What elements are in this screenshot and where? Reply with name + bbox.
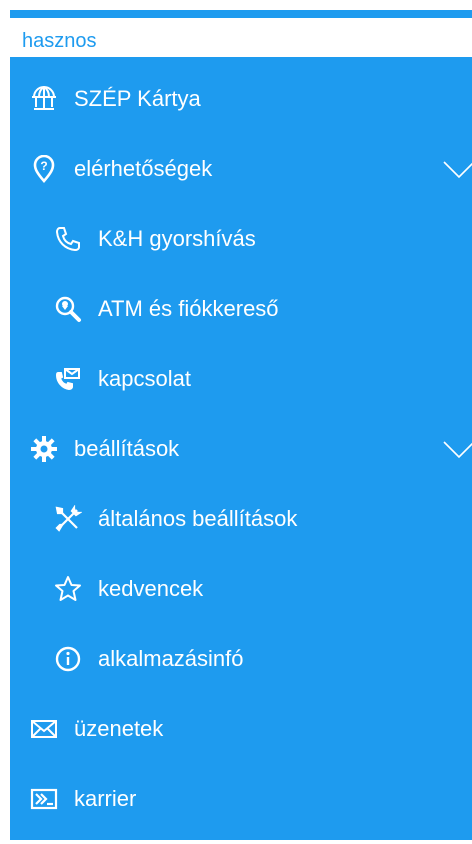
top-accent-bar [10, 10, 472, 18]
phone-icon [54, 225, 82, 253]
section-header: hasznos [10, 25, 472, 57]
tools-icon [54, 505, 82, 533]
menu-item-elerhetosegek[interactable]: ? elérhetőségek [10, 134, 472, 204]
star-icon [54, 575, 82, 603]
menu-item-szep-kartya[interactable]: SZÉP Kártya [10, 64, 472, 134]
svg-text:?: ? [40, 159, 47, 173]
search-pin-icon [54, 295, 82, 323]
menu-item-kh-gyorshivas[interactable]: K&H gyorshívás [10, 204, 472, 274]
side-menu: SZÉP Kártya ? elérhetőségek K&H gyorshív… [10, 57, 472, 840]
menu-item-altalanos-beallitasok[interactable]: általános beállítások [10, 484, 472, 554]
menu-item-alkalmazasinfo[interactable]: alkalmazásinfó [10, 624, 472, 694]
chevron-down-icon[interactable] [442, 152, 472, 186]
info-icon [54, 645, 82, 673]
phone-mail-icon [54, 365, 82, 393]
menu-item-label: általános beállítások [98, 506, 298, 531]
menu-item-beallitasok[interactable]: beállítások [10, 414, 472, 484]
menu-item-label: SZÉP Kártya [74, 86, 201, 111]
globe-icon [30, 85, 58, 113]
menu-item-label: kapcsolat [98, 366, 191, 391]
menu-item-uzenetek[interactable]: üzenetek [10, 694, 472, 764]
menu-item-kapcsolat[interactable]: kapcsolat [10, 344, 472, 414]
chevron-down-icon[interactable] [442, 432, 472, 466]
section-title: hasznos [22, 30, 97, 52]
menu-item-label: beállítások [74, 436, 180, 461]
location-pin-icon: ? [30, 155, 58, 183]
menu-item-kedvencek[interactable]: kedvencek [10, 554, 472, 624]
menu-item-label: alkalmazásinfó [98, 646, 244, 671]
career-icon [30, 785, 58, 813]
menu-item-karrier[interactable]: karrier [10, 764, 472, 834]
menu-item-label: ATM és fiókkereső [98, 296, 279, 321]
gear-icon [30, 435, 58, 463]
menu-item-atm-fiokkereso[interactable]: ATM és fiókkereső [10, 274, 472, 344]
envelope-icon [30, 715, 58, 743]
menu-item-label: karrier [74, 786, 137, 811]
menu-item-label: K&H gyorshívás [98, 226, 256, 251]
menu-item-label: elérhetőségek [74, 156, 213, 181]
menu-item-label: üzenetek [74, 716, 164, 741]
menu-item-label: kedvencek [98, 576, 204, 601]
